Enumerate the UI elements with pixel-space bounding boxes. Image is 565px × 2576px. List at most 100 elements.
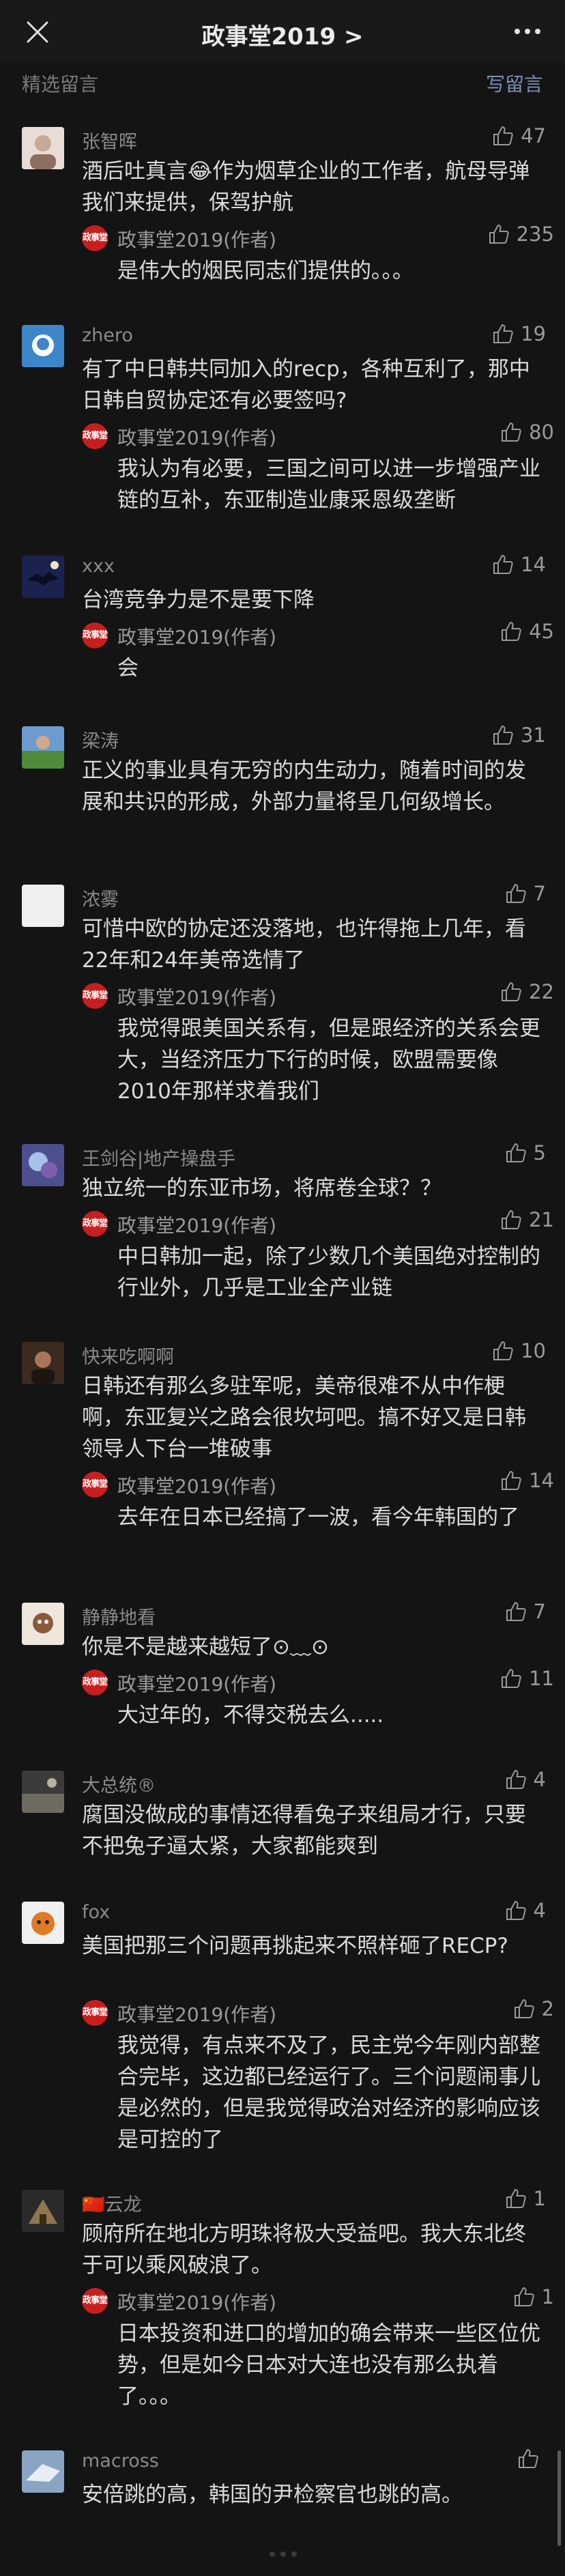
avatar[interactable]	[22, 885, 64, 927]
commenter-name: zhero	[82, 325, 133, 346]
like-count: 14	[521, 553, 546, 576]
commenter-name: fox	[82, 1902, 111, 1923]
reply-text: 是伟大的烟民同志们提供的。。。	[117, 259, 414, 283]
like-button[interactable]: 4	[505, 1768, 546, 1791]
like-button[interactable]: 7	[505, 882, 546, 905]
more-dots-icon[interactable]	[510, 19, 545, 44]
reply-text: 中日韩加一起，除了少数几个美国绝对控制的行业外，几乎是工业全产业链	[117, 1244, 540, 1300]
thumbs-up-icon	[493, 726, 513, 745]
like-count: 2	[541, 1997, 554, 2020]
reply-text: 去年在日本已经搞了一波，看今年韩国的了	[117, 1505, 519, 1530]
like-button[interactable]: 5	[505, 1141, 546, 1164]
top-navigation-bar: 政事堂2019 >	[0, 0, 565, 63]
loading-indicator	[232, 2551, 334, 2557]
thumbs-up-icon	[506, 1602, 526, 1621]
like-count: 4	[533, 1899, 546, 1922]
commenter-name: 大总统®	[82, 1775, 156, 1797]
like-button[interactable]: 31	[492, 724, 546, 747]
like-count: 22	[529, 980, 554, 1003]
avatar[interactable]	[22, 556, 64, 598]
comment-text: 独立统一的东亚市场，将席卷全球？？	[82, 1176, 441, 1201]
thumbs-up-icon	[506, 2189, 526, 2208]
comment-text: 可惜中欧的协定还没落地，也许得拖上几年，看22年和24年美帝选情了	[82, 917, 526, 973]
thumbs-up-icon	[493, 324, 513, 343]
thumbs-up-icon	[493, 126, 513, 145]
scrollbar-thumb[interactable]	[557, 2450, 561, 2546]
commenter-name: 浓雾	[82, 889, 119, 911]
commenter-name: 梁涛	[82, 731, 119, 752]
commenter-name: 快来吃啊啊	[82, 1347, 174, 1368]
reply-text: 日本投资和进口的增加的确会带来一些区位优势，但是如今日本对大连也没有那么执着了。…	[117, 2321, 540, 2409]
like-count: 10	[521, 1339, 546, 1362]
like-count: 14	[529, 1469, 554, 1492]
avatar[interactable]	[22, 1144, 64, 1186]
commenter-name: macross	[82, 2450, 159, 2472]
like-count: 31	[521, 724, 546, 747]
avatar[interactable]	[22, 1771, 64, 1813]
author-badge: 政事堂	[82, 622, 108, 648]
reply-like-button[interactable]: 11	[500, 1667, 554, 1690]
commenter-name: xxx	[82, 556, 115, 577]
thumbs-up-icon	[506, 884, 526, 903]
thumbs-up-icon	[514, 1999, 534, 2018]
like-count: 7	[533, 882, 546, 905]
reply-like-button[interactable]: 21	[500, 1208, 554, 1231]
like-button[interactable]: 1	[505, 2187, 546, 2210]
comments-header: 精选留言 写留言	[0, 63, 565, 102]
like-count: 11	[529, 1667, 554, 1690]
reply-like-button[interactable]: 2	[513, 1997, 554, 2020]
avatar[interactable]	[22, 726, 64, 769]
like-button[interactable]: 14	[492, 553, 546, 576]
reply-like-button[interactable]: 1	[513, 2285, 554, 2308]
reply-text: 大过年的，不得交税去么.....	[117, 1703, 384, 1728]
commenter-name: 🇨🇳云龙	[82, 2194, 142, 2216]
like-button[interactable]	[517, 2448, 546, 2470]
avatar[interactable]	[22, 2190, 64, 2232]
like-button[interactable]: 47	[492, 124, 546, 147]
avatar[interactable]	[22, 1342, 64, 1384]
comment-text: 美国把那三个问题再挑起来不照样砸了RECP?	[82, 1934, 508, 1958]
commenter-name: 静静地看	[82, 1607, 156, 1629]
author-badge: 政事堂	[82, 1670, 108, 1695]
thumbs-up-icon	[502, 1471, 521, 1490]
thumbs-up-icon	[502, 1210, 521, 1229]
avatar[interactable]	[22, 2450, 64, 2493]
reply-like-button[interactable]: 45	[500, 620, 554, 643]
thumbs-up-icon	[514, 2287, 534, 2306]
comment-text: 酒后吐真言😂作为烟草企业的工作者，航母导弹我们来提供，保驾护航	[82, 159, 530, 215]
avatar[interactable]	[22, 325, 64, 367]
author-name: 政事堂2019(作者)	[117, 1214, 277, 1237]
like-count: 1	[541, 2285, 554, 2308]
reply-like-button[interactable]: 235	[488, 223, 554, 246]
thumbs-up-icon	[493, 555, 513, 574]
like-count: 4	[533, 1768, 546, 1791]
author-name: 政事堂2019(作者)	[117, 986, 277, 1009]
comment-text: 正义的事业具有无穷的内生动力，随着时间的发展和共识的形成，外部力量将呈几何级增长…	[82, 758, 526, 814]
reply-text: 会	[117, 656, 139, 681]
reply-like-button[interactable]: 14	[500, 1469, 554, 1492]
like-button[interactable]: 4	[505, 1899, 546, 1922]
like-button[interactable]: 10	[492, 1339, 546, 1362]
author-badge: 政事堂	[82, 1472, 108, 1498]
avatar[interactable]	[22, 127, 64, 169]
author-name: 政事堂2019(作者)	[117, 229, 277, 251]
write-comment-link[interactable]: 写留言	[486, 70, 543, 97]
like-count: 47	[521, 124, 546, 147]
reply-like-button[interactable]: 22	[500, 980, 554, 1003]
comment-text: 顾府所在地北方明珠将极大受益吧。我大东北终于可以乘风破浪了。	[82, 2222, 526, 2278]
author-badge: 政事堂	[82, 983, 108, 1009]
avatar[interactable]	[22, 1902, 64, 1944]
comment-text: 腐国没做成的事情还得看兔子来组局才行，只要不把兔子逼太紧，大家都能爽到	[82, 1803, 526, 1859]
like-button[interactable]: 7	[505, 1600, 546, 1623]
author-name: 政事堂2019(作者)	[117, 2291, 277, 2314]
thumbs-up-icon	[502, 982, 521, 1001]
like-button[interactable]: 19	[492, 322, 546, 345]
account-title[interactable]: 政事堂2019 >	[0, 18, 565, 51]
like-count: 7	[533, 1600, 546, 1623]
like-count: 45	[529, 620, 554, 643]
author-name: 政事堂2019(作者)	[117, 427, 277, 449]
reply-like-button[interactable]: 80	[500, 420, 554, 444]
author-name: 政事堂2019(作者)	[117, 1475, 277, 1498]
avatar[interactable]	[22, 1603, 64, 1645]
like-count: 5	[533, 1141, 546, 1164]
